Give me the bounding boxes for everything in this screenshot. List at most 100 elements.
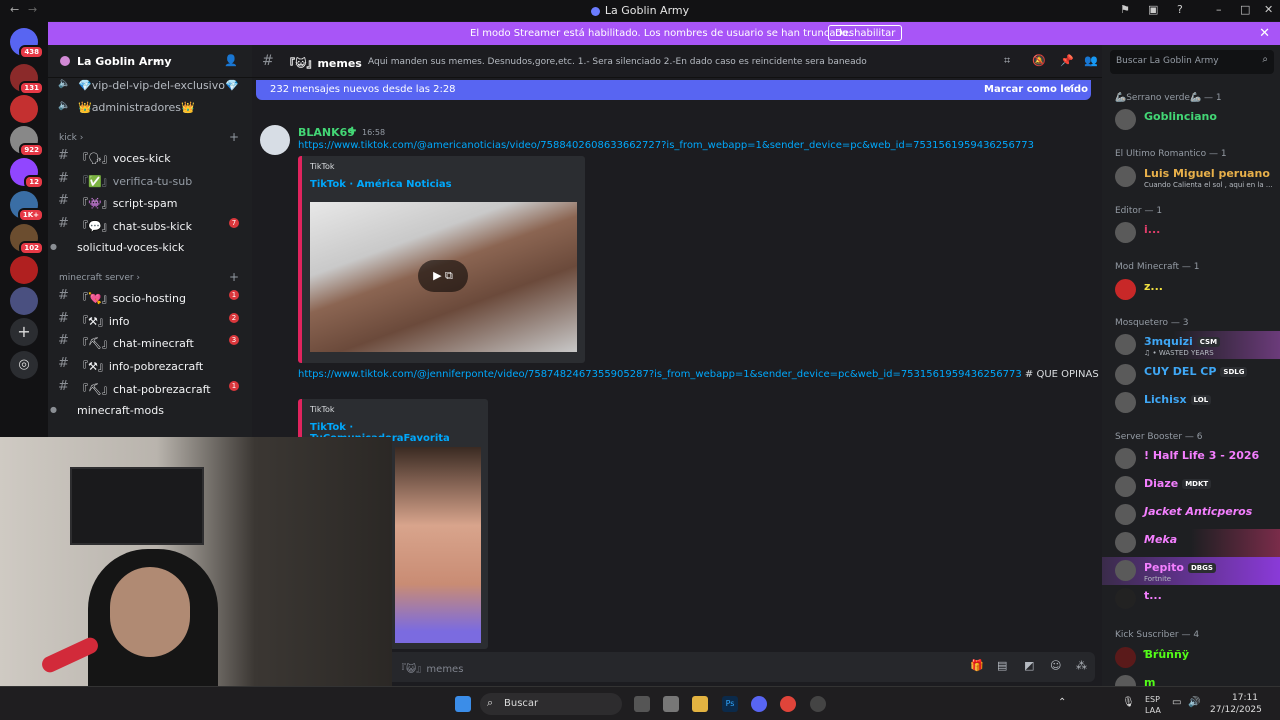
message-link[interactable]: https://www.tiktok.com/@americanoticias/… [298, 140, 1034, 151]
embed-title[interactable]: TikTok · América Noticias [310, 179, 452, 190]
minimize-icon[interactable]: – [1216, 3, 1222, 16]
mic-icon[interactable]: 🎙 [1122, 697, 1135, 708]
gift-icon[interactable]: 🎁 [970, 659, 984, 672]
apps-icon[interactable]: ⁂ [1076, 659, 1087, 672]
member-item[interactable]: i... [1102, 219, 1280, 247]
add-channel-icon[interactable]: + [229, 130, 239, 144]
mute-icon[interactable]: 🔕 [1032, 54, 1046, 67]
member-item[interactable]: ! Half Life 3 - 2026 [1102, 445, 1280, 473]
category-kick[interactable]: kick › [59, 133, 83, 143]
server-icon[interactable]: 102 [10, 224, 44, 255]
channel-item[interactable]: ● minecraft-mods [48, 400, 252, 420]
members-icon[interactable]: 👥 [1084, 54, 1098, 67]
video-thumbnail[interactable]: ▶ ⧉ [310, 202, 577, 352]
channel-name: 『💬』chat-subs-kick [77, 220, 192, 233]
message-author[interactable]: BLANK69 [298, 126, 355, 139]
channel-item[interactable]: # 『💘』socio-hosting 1 [48, 286, 252, 306]
voice-icon: 🔈 [58, 100, 71, 111]
hash-icon: # [262, 53, 274, 69]
close-icon[interactable]: ✕ [1259, 26, 1270, 41]
add-server-icon[interactable]: + [10, 318, 38, 346]
network-icon[interactable]: ▭ [1172, 697, 1181, 708]
emoji-icon[interactable]: ☺ [1050, 659, 1061, 672]
photoshop-icon[interactable]: Ps [722, 696, 738, 712]
embed-provider: TikTok [310, 162, 335, 171]
channel-item[interactable]: # 『💬』chat-subs-kick 7 [48, 214, 252, 234]
chevron-up-icon[interactable]: ⌃ [1058, 697, 1066, 708]
member-item[interactable]: z... [1102, 276, 1280, 304]
language-indicator[interactable]: ESP [1145, 695, 1160, 704]
channel-item[interactable]: # 『⚒』info 2 [48, 309, 252, 329]
help-icon[interactable]: ? [1177, 3, 1183, 16]
file-explorer-icon[interactable] [692, 696, 708, 712]
channel-item[interactable]: # 『⛏』chat-pobrezacraft 1 [48, 377, 252, 397]
member-item[interactable]: t... [1102, 585, 1280, 613]
app-icon[interactable] [663, 696, 679, 712]
member-item[interactable]: Jacket Anticperos [1102, 501, 1280, 529]
member-item[interactable]: Lichisx LOL [1102, 389, 1280, 417]
pin-icon[interactable]: 📌 [1060, 54, 1074, 67]
server-icon[interactable]: 1K+ [10, 191, 44, 222]
invite-icon[interactable]: 👤 [224, 54, 238, 67]
task-view-icon[interactable] [634, 696, 650, 712]
threads-icon[interactable]: ⌗ [1004, 54, 1010, 68]
video-thumbnail[interactable] [395, 447, 481, 643]
start-icon[interactable] [455, 696, 471, 712]
title-bar: ← → La Goblin Army ⚑ ▣ ? – □ ✕ [0, 0, 1280, 21]
avatar[interactable] [260, 125, 290, 155]
channel-item[interactable]: # 『⛏』chat-minecraft 3 [48, 331, 252, 351]
member-item[interactable]: Meka [1102, 529, 1280, 557]
add-channel-icon[interactable]: + [229, 270, 239, 284]
server-icon[interactable] [10, 95, 38, 123]
unread-badge: 1K+ [17, 208, 44, 222]
channel-item[interactable]: # 『✅』verifica-tu-sub [48, 169, 252, 189]
channel-name: 💎vip-del-vip-del-exclusivo💎 [78, 79, 239, 92]
avatar [1115, 532, 1136, 553]
server-icon[interactable]: 131 [10, 64, 44, 95]
server-icon[interactable] [10, 287, 38, 315]
member-category: Editor — 1 [1115, 206, 1163, 216]
member-item[interactable]: Diaze MDKT [1102, 473, 1280, 501]
channel-item[interactable]: # 『🗣』voces-kick [48, 146, 252, 166]
home-icon[interactable]: 438 [10, 28, 44, 59]
channel-topic[interactable]: Aqui manden sus memes. Desnudos,gore,etc… [368, 57, 867, 67]
member-item[interactable]: Ɓŕûññÿ [1102, 644, 1280, 672]
inbox-icon[interactable]: ⚑ [1120, 3, 1130, 16]
disable-streamer-button[interactable]: Deshabilitar [828, 25, 903, 41]
volume-icon[interactable]: 🔊 [1188, 697, 1200, 708]
avatar [1115, 109, 1136, 130]
sticker-icon[interactable]: ◩ [1024, 659, 1034, 672]
channel-item[interactable]: 🔈 💎vip-del-vip-del-exclusivo💎 [48, 75, 252, 95]
member-item[interactable]: Luis Miguel peruano Cuando Calienta el so… [1102, 163, 1280, 191]
play-icon[interactable]: ▶ ⧉ [418, 260, 468, 292]
category-minecraft[interactable]: minecraft server › [59, 273, 140, 283]
channel-item[interactable]: 🔈 👑administradores👑 [48, 97, 252, 117]
member-item[interactable]: Goblinciano [1102, 106, 1280, 134]
member-item[interactable]: 3mquizi CSM ♫ • WASTED YEARS [1102, 331, 1280, 359]
member-item[interactable]: Pepito DBGS Fortnite [1102, 557, 1280, 585]
screen-icon[interactable]: ▣ [1148, 3, 1158, 16]
channel-name: solicitud-voces-kick [77, 241, 185, 254]
new-messages-bar[interactable]: 232 mensajes nuevos desde las 2:28 Marca… [256, 80, 1091, 100]
maximize-icon[interactable]: □ [1240, 3, 1250, 16]
member-item[interactable]: CUY DEL CP SDLG [1102, 361, 1280, 389]
channel-item[interactable]: # 『👾』script-spam [48, 191, 252, 211]
taskbar-search[interactable]: ⌕ Buscar [480, 693, 622, 715]
channel-item[interactable]: # 『⚒』info-pobrezacraft [48, 354, 252, 374]
discover-icon[interactable]: ◎ [10, 351, 38, 379]
search-input[interactable]: Buscar La Goblin Army ⌕ [1110, 50, 1274, 74]
server-header[interactable]: La Goblin Army ⌄ 👤 [48, 45, 252, 78]
close-window-icon[interactable]: ✕ [1264, 3, 1273, 16]
discord-icon[interactable] [751, 696, 767, 712]
gif-icon[interactable]: ▤ [997, 659, 1007, 672]
search-icon: ⌕ [1262, 54, 1268, 65]
chrome-icon[interactable] [780, 696, 796, 712]
app-icon[interactable] [810, 696, 826, 712]
message-link[interactable]: https://www.tiktok.com/@jenniferponte/vi… [298, 369, 1182, 380]
clock-date[interactable]: 27/12/2025 [1210, 705, 1262, 715]
server-icon[interactable]: 922 [10, 126, 44, 157]
channel-item[interactable]: ● solicitud-voces-kick [48, 237, 252, 257]
clock-time[interactable]: 17:11 [1232, 693, 1258, 703]
server-icon[interactable]: 12 [10, 158, 44, 189]
server-icon[interactable] [10, 256, 38, 284]
